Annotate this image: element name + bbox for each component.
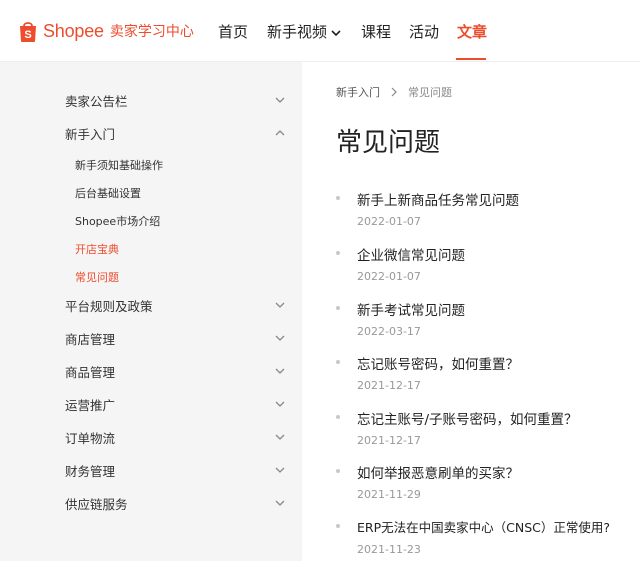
- sidebar-item-label: 商品管理: [65, 364, 116, 380]
- article-date: 2021-11-23: [357, 543, 421, 556]
- chevron-down-icon: [275, 434, 285, 440]
- article-date: 2021-11-29: [357, 488, 421, 501]
- article-title[interactable]: 企业微信常见问题: [357, 244, 465, 264]
- article-date: 2022-01-07: [357, 215, 421, 228]
- article-date: 2021-12-17: [357, 379, 421, 392]
- article-date: 2022-03-17: [357, 325, 421, 338]
- bullet-icon: [336, 306, 340, 310]
- sidebar-item-marketing[interactable]: 运营推广: [65, 392, 290, 416]
- article-title[interactable]: 忘记账号密码，如何重置？: [357, 353, 519, 373]
- chevron-down-icon: [275, 97, 285, 103]
- active-nav-indicator: [456, 58, 486, 60]
- sidebar-item-label: 卖家公告栏: [65, 93, 128, 109]
- article-title[interactable]: 忘记主账号/子账号密码，如何重置？: [357, 408, 578, 428]
- chevron-down-icon: [331, 29, 341, 36]
- chevron-right-icon: [391, 87, 397, 97]
- sidebar-item-beginner[interactable]: 新手入门: [65, 121, 290, 145]
- sidebar-item-label: 运营推广: [65, 397, 116, 413]
- sidebar-item-label: 新手入门: [65, 126, 116, 142]
- sidebar-item-supply-chain[interactable]: 供应链服务: [65, 491, 290, 515]
- sidebar-item-label: 供应链服务: [65, 496, 128, 512]
- chevron-down-icon: [275, 401, 285, 407]
- article-title[interactable]: 如何举报恶意刷单的买家？: [357, 462, 519, 482]
- sidebar-item-finance[interactable]: 财务管理: [65, 458, 290, 482]
- logo-text: Shopee: [43, 20, 104, 41]
- article-title[interactable]: 新手上新商品任务常见问题: [357, 189, 519, 209]
- sidebar-subitem-shop-guide[interactable]: 开店宝典: [75, 241, 119, 257]
- chevron-down-icon: [275, 368, 285, 374]
- shopee-logo[interactable]: S Shopee 卖家学习中心: [18, 17, 194, 45]
- chevron-down-icon: [275, 335, 285, 341]
- sidebar-subitem-basics[interactable]: 新手须知基础操作: [75, 157, 163, 173]
- sidebar-item-label: 订单物流: [65, 430, 116, 446]
- sidebar: 卖家公告栏 新手入门 新手须知基础操作 后台基础设置 Shopee市场介绍 开店…: [0, 62, 302, 561]
- top-header: S Shopee 卖家学习中心 首页 新手视频 课程 活动 文章: [0, 0, 640, 62]
- article-title[interactable]: ERP无法在中国卖家中心（CNSC）正常使用?: [357, 517, 610, 536]
- sidebar-item-orders-logistics[interactable]: 订单物流: [65, 425, 290, 449]
- sidebar-item-label: 平台规则及政策: [65, 298, 153, 314]
- article-date: 2021-12-17: [357, 434, 421, 447]
- nav-beginner-videos[interactable]: 新手视频: [267, 21, 342, 42]
- breadcrumb-item[interactable]: 新手入门: [336, 84, 380, 100]
- logo-subtitle: 卖家学习中心: [109, 24, 194, 40]
- sidebar-item-seller-bulletin[interactable]: 卖家公告栏: [65, 88, 290, 112]
- breadcrumb: 新手入门 常见问题: [336, 84, 452, 100]
- shopping-bag-icon: S: [20, 22, 36, 42]
- bullet-icon: [336, 196, 340, 200]
- nav-events[interactable]: 活动: [409, 21, 439, 42]
- bullet-icon: [336, 415, 340, 419]
- sidebar-subitem-market-intro[interactable]: Shopee市场介绍: [75, 213, 160, 229]
- sidebar-subitem-backend-setup[interactable]: 后台基础设置: [75, 185, 141, 201]
- breadcrumb-current: 常见问题: [408, 86, 452, 99]
- article-date: 2022-01-07: [357, 270, 421, 283]
- nav-articles[interactable]: 文章: [457, 21, 487, 42]
- nav-courses[interactable]: 课程: [361, 21, 391, 42]
- sidebar-item-label: 财务管理: [65, 463, 116, 479]
- main-content: 新手入门 常见问题 常见问题 新手上新商品任务常见问题 2022-01-07 企…: [302, 62, 640, 561]
- chevron-down-icon: [275, 467, 285, 473]
- sidebar-item-platform-rules[interactable]: 平台规则及政策: [65, 293, 290, 317]
- bullet-icon: [336, 251, 340, 255]
- article-title[interactable]: 新手考试常见问题: [357, 299, 465, 319]
- chevron-down-icon: [275, 500, 285, 506]
- chevron-down-icon: [275, 302, 285, 308]
- page-title: 常见问题: [336, 128, 441, 158]
- svg-text:S: S: [24, 29, 31, 41]
- nav-beginner-videos-label: 新手视频: [267, 23, 328, 41]
- bullet-icon: [336, 360, 340, 364]
- bullet-icon: [336, 524, 340, 528]
- sidebar-item-label: 商店管理: [65, 331, 116, 347]
- sidebar-item-product-management[interactable]: 商品管理: [65, 359, 290, 383]
- bullet-icon: [336, 469, 340, 473]
- sidebar-subitem-faq[interactable]: 常见问题: [75, 269, 119, 285]
- chevron-up-icon: [275, 130, 285, 136]
- nav-home[interactable]: 首页: [218, 21, 248, 42]
- sidebar-item-shop-management[interactable]: 商店管理: [65, 326, 290, 350]
